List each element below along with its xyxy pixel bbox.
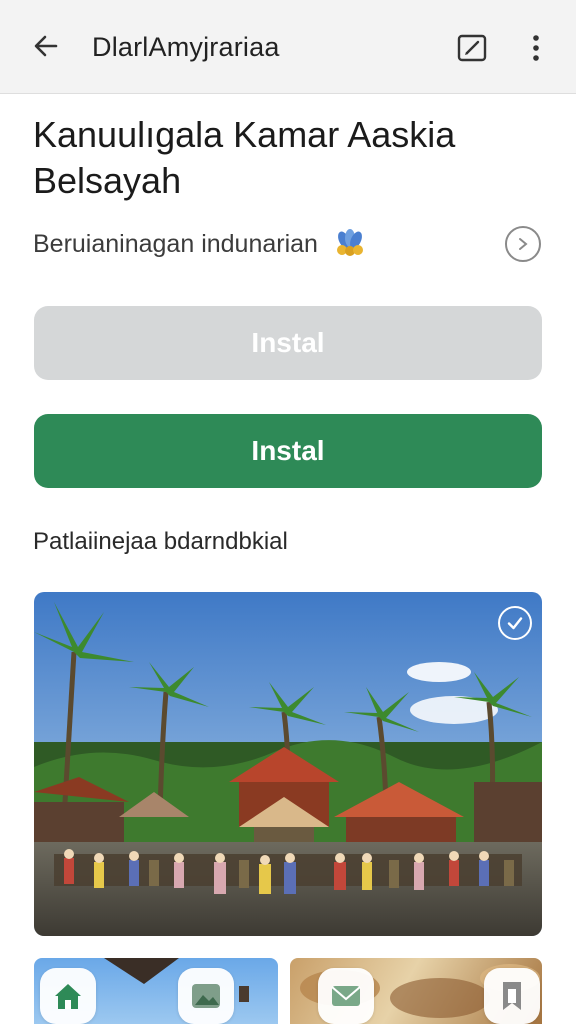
app-bar-title: DlarlAmyjrariaa [92,32,280,62]
back-button[interactable] [28,28,64,64]
subtitle-text: Beruianinagan indunarian [33,230,318,258]
peacock-icon [337,229,363,256]
subtitle-action-button[interactable] [505,226,541,262]
edit-button[interactable] [454,30,490,66]
page-title: Kanuulıgala Kamar Aaskia Belsayah [33,114,456,201]
more-options-button[interactable] [520,30,552,66]
edit-icon [457,34,487,62]
nav-bookmark[interactable] [484,968,540,1024]
bookmark-icon [503,982,521,1010]
chevron-circle-icon [519,238,528,250]
village-photo[interactable] [34,592,542,936]
select-photo-button[interactable] [498,606,532,640]
mail-icon [331,986,361,1006]
nav-gallery[interactable] [178,968,234,1024]
check-circle-icon [507,617,523,630]
nav-mail[interactable] [318,968,374,1024]
home-icon [55,984,81,1009]
install-button[interactable]: Instal [34,414,542,488]
nav-home[interactable] [40,968,96,1024]
arrow-left-icon [34,35,58,57]
gallery-icon [192,984,220,1008]
install-button-disabled[interactable]: Instal [34,306,542,380]
more-vertical-icon [533,35,539,61]
subtitle-row: Beruianinagan indunarian [33,226,543,262]
app-bar: DlarlAmyjrariaa [0,0,576,94]
thumbnail-strip [34,958,542,1024]
village-illustration [34,592,542,936]
section-label: Patlaiinejaa bdarndbkial [33,528,288,555]
